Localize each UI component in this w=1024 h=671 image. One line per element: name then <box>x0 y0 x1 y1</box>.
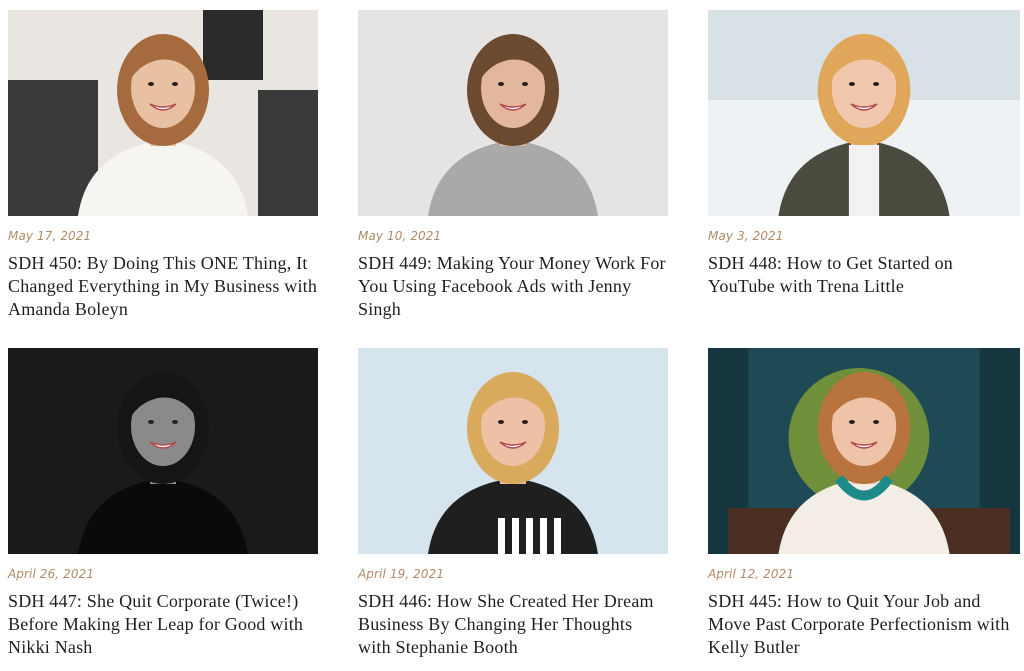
episode-title-link[interactable]: SDH 448: How to Get Started on YouTube w… <box>708 252 1020 322</box>
episode-title-link[interactable]: SDH 447: She Quit Corporate (Twice!) Bef… <box>8 590 318 660</box>
episode-card[interactable]: May 3, 2021 SDH 448: How to Get Started o… <box>708 10 1020 322</box>
portrait-image <box>8 348 318 554</box>
episode-card[interactable]: April 26, 2021 SDH 447: She Quit Corporat… <box>8 348 318 660</box>
episode-card[interactable]: April 19, 2021 SDH 446: How She Created H… <box>358 348 668 660</box>
episode-thumbnail[interactable] <box>8 348 318 554</box>
episode-card[interactable]: May 17, 2021 SDH 450: By Doing This ONE T… <box>8 10 318 322</box>
episode-thumbnail[interactable] <box>8 10 318 216</box>
episode-date: April 19, 2021 <box>358 567 445 581</box>
episode-date: May 10, 2021 <box>358 229 442 243</box>
portrait-image <box>8 10 318 216</box>
episode-date: May 17, 2021 <box>8 229 92 243</box>
episode-date: April 26, 2021 <box>8 567 95 581</box>
episode-date: May 3, 2021 <box>708 229 784 243</box>
episode-thumbnail[interactable] <box>708 10 1020 216</box>
episode-title-link[interactable]: SDH 446: How She Created Her Dream Busin… <box>358 590 668 660</box>
episode-thumbnail[interactable] <box>358 348 668 554</box>
podcast-episode-grid: May 17, 2021 SDH 450: By Doing This ONE T… <box>8 10 1020 660</box>
episode-card[interactable]: April 12, 2021 SDH 445: How to Quit Your … <box>708 348 1020 660</box>
episode-thumbnail[interactable] <box>358 10 668 216</box>
portrait-image <box>708 10 1020 216</box>
portrait-image <box>358 348 668 554</box>
episode-title-link[interactable]: SDH 445: How to Quit Your Job and Move P… <box>708 590 1020 660</box>
episode-thumbnail[interactable] <box>708 348 1020 554</box>
portrait-image <box>708 348 1020 554</box>
episode-card[interactable]: May 10, 2021 SDH 449: Making Your Money W… <box>358 10 668 322</box>
episode-date: April 12, 2021 <box>708 567 795 581</box>
portrait-image <box>358 10 668 216</box>
episode-title-link[interactable]: SDH 450: By Doing This ONE Thing, It Cha… <box>8 252 318 322</box>
episode-title-link[interactable]: SDH 449: Making Your Money Work For You … <box>358 252 668 322</box>
